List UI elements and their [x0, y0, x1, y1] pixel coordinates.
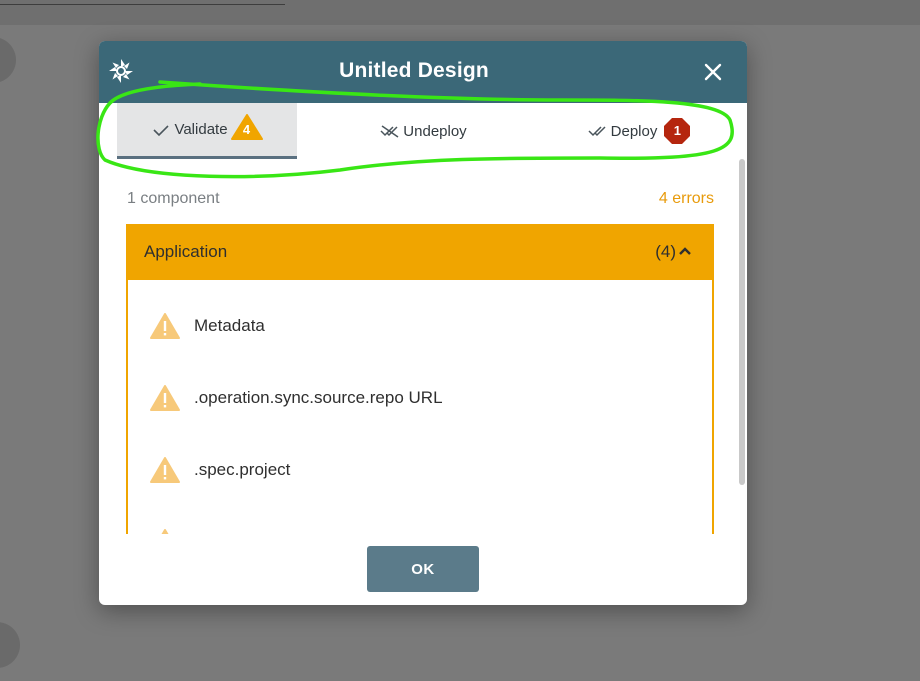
backdrop-divider — [0, 4, 285, 5]
warning-icon — [150, 385, 180, 411]
tab-undeploy-label: Undeploy — [403, 122, 467, 140]
issue-item[interactable]: Metadata — [148, 310, 265, 342]
tab-undeploy[interactable]: Undeploy — [333, 103, 513, 159]
ok-button[interactable]: OK — [367, 546, 479, 592]
backdrop-avatar-top — [0, 37, 16, 83]
warning-icon — [161, 529, 169, 534]
component-count: 1 component — [127, 190, 220, 207]
issue-text: .operation.sync.source.repo URL — [194, 388, 443, 407]
deploy-badge-count: 1 — [673, 123, 681, 138]
group-issue-list: Metadata .operation.sync.source.repo URL… — [126, 280, 714, 534]
double-check-strike-icon — [380, 125, 399, 138]
tab-bar: Validate 4 Undeploy Deploy 1 — [99, 103, 747, 161]
error-count: 4 errors — [658, 190, 714, 207]
dialog-title: Unitled Design — [339, 59, 489, 82]
warning-icon — [150, 457, 180, 483]
issue-item[interactable]: .operation.sync.source.repo URL — [148, 382, 443, 414]
deploy-error-badge: 1 — [663, 117, 691, 145]
validate-badge-count: 4 — [242, 121, 251, 137]
tab-validate[interactable]: Validate 4 — [117, 103, 297, 159]
issue-item-partial — [148, 526, 194, 534]
dialog-scrollbar[interactable] — [739, 159, 745, 485]
tab-deploy-label: Deploy — [610, 122, 658, 140]
double-check-icon — [588, 126, 606, 137]
issue-text: Metadata — [194, 316, 265, 335]
dialog-header: Unitled Design — [99, 41, 747, 103]
issue-text: .spec.project — [194, 460, 291, 479]
close-icon[interactable] — [703, 62, 723, 82]
validate-warning-badge: 4 — [230, 113, 264, 141]
issue-item[interactable]: .spec.project — [148, 454, 290, 486]
check-icon — [153, 124, 170, 136]
group-issue-count: (4) — [655, 242, 676, 261]
tab-validate-label: Validate — [174, 121, 228, 138]
chevron-up-icon[interactable] — [678, 246, 692, 256]
warning-icon — [150, 313, 180, 339]
validation-dialog: Unitled Design Validate 4 Undeploy Deplo… — [99, 41, 747, 605]
group-header[interactable]: Application (4) — [126, 224, 714, 280]
component-group-application: Application (4) Metadata .operation.sync… — [126, 224, 714, 534]
tab-deploy[interactable]: Deploy 1 — [549, 103, 729, 159]
backdrop-avatar-bottom — [0, 622, 20, 668]
group-title: Application — [144, 242, 228, 261]
